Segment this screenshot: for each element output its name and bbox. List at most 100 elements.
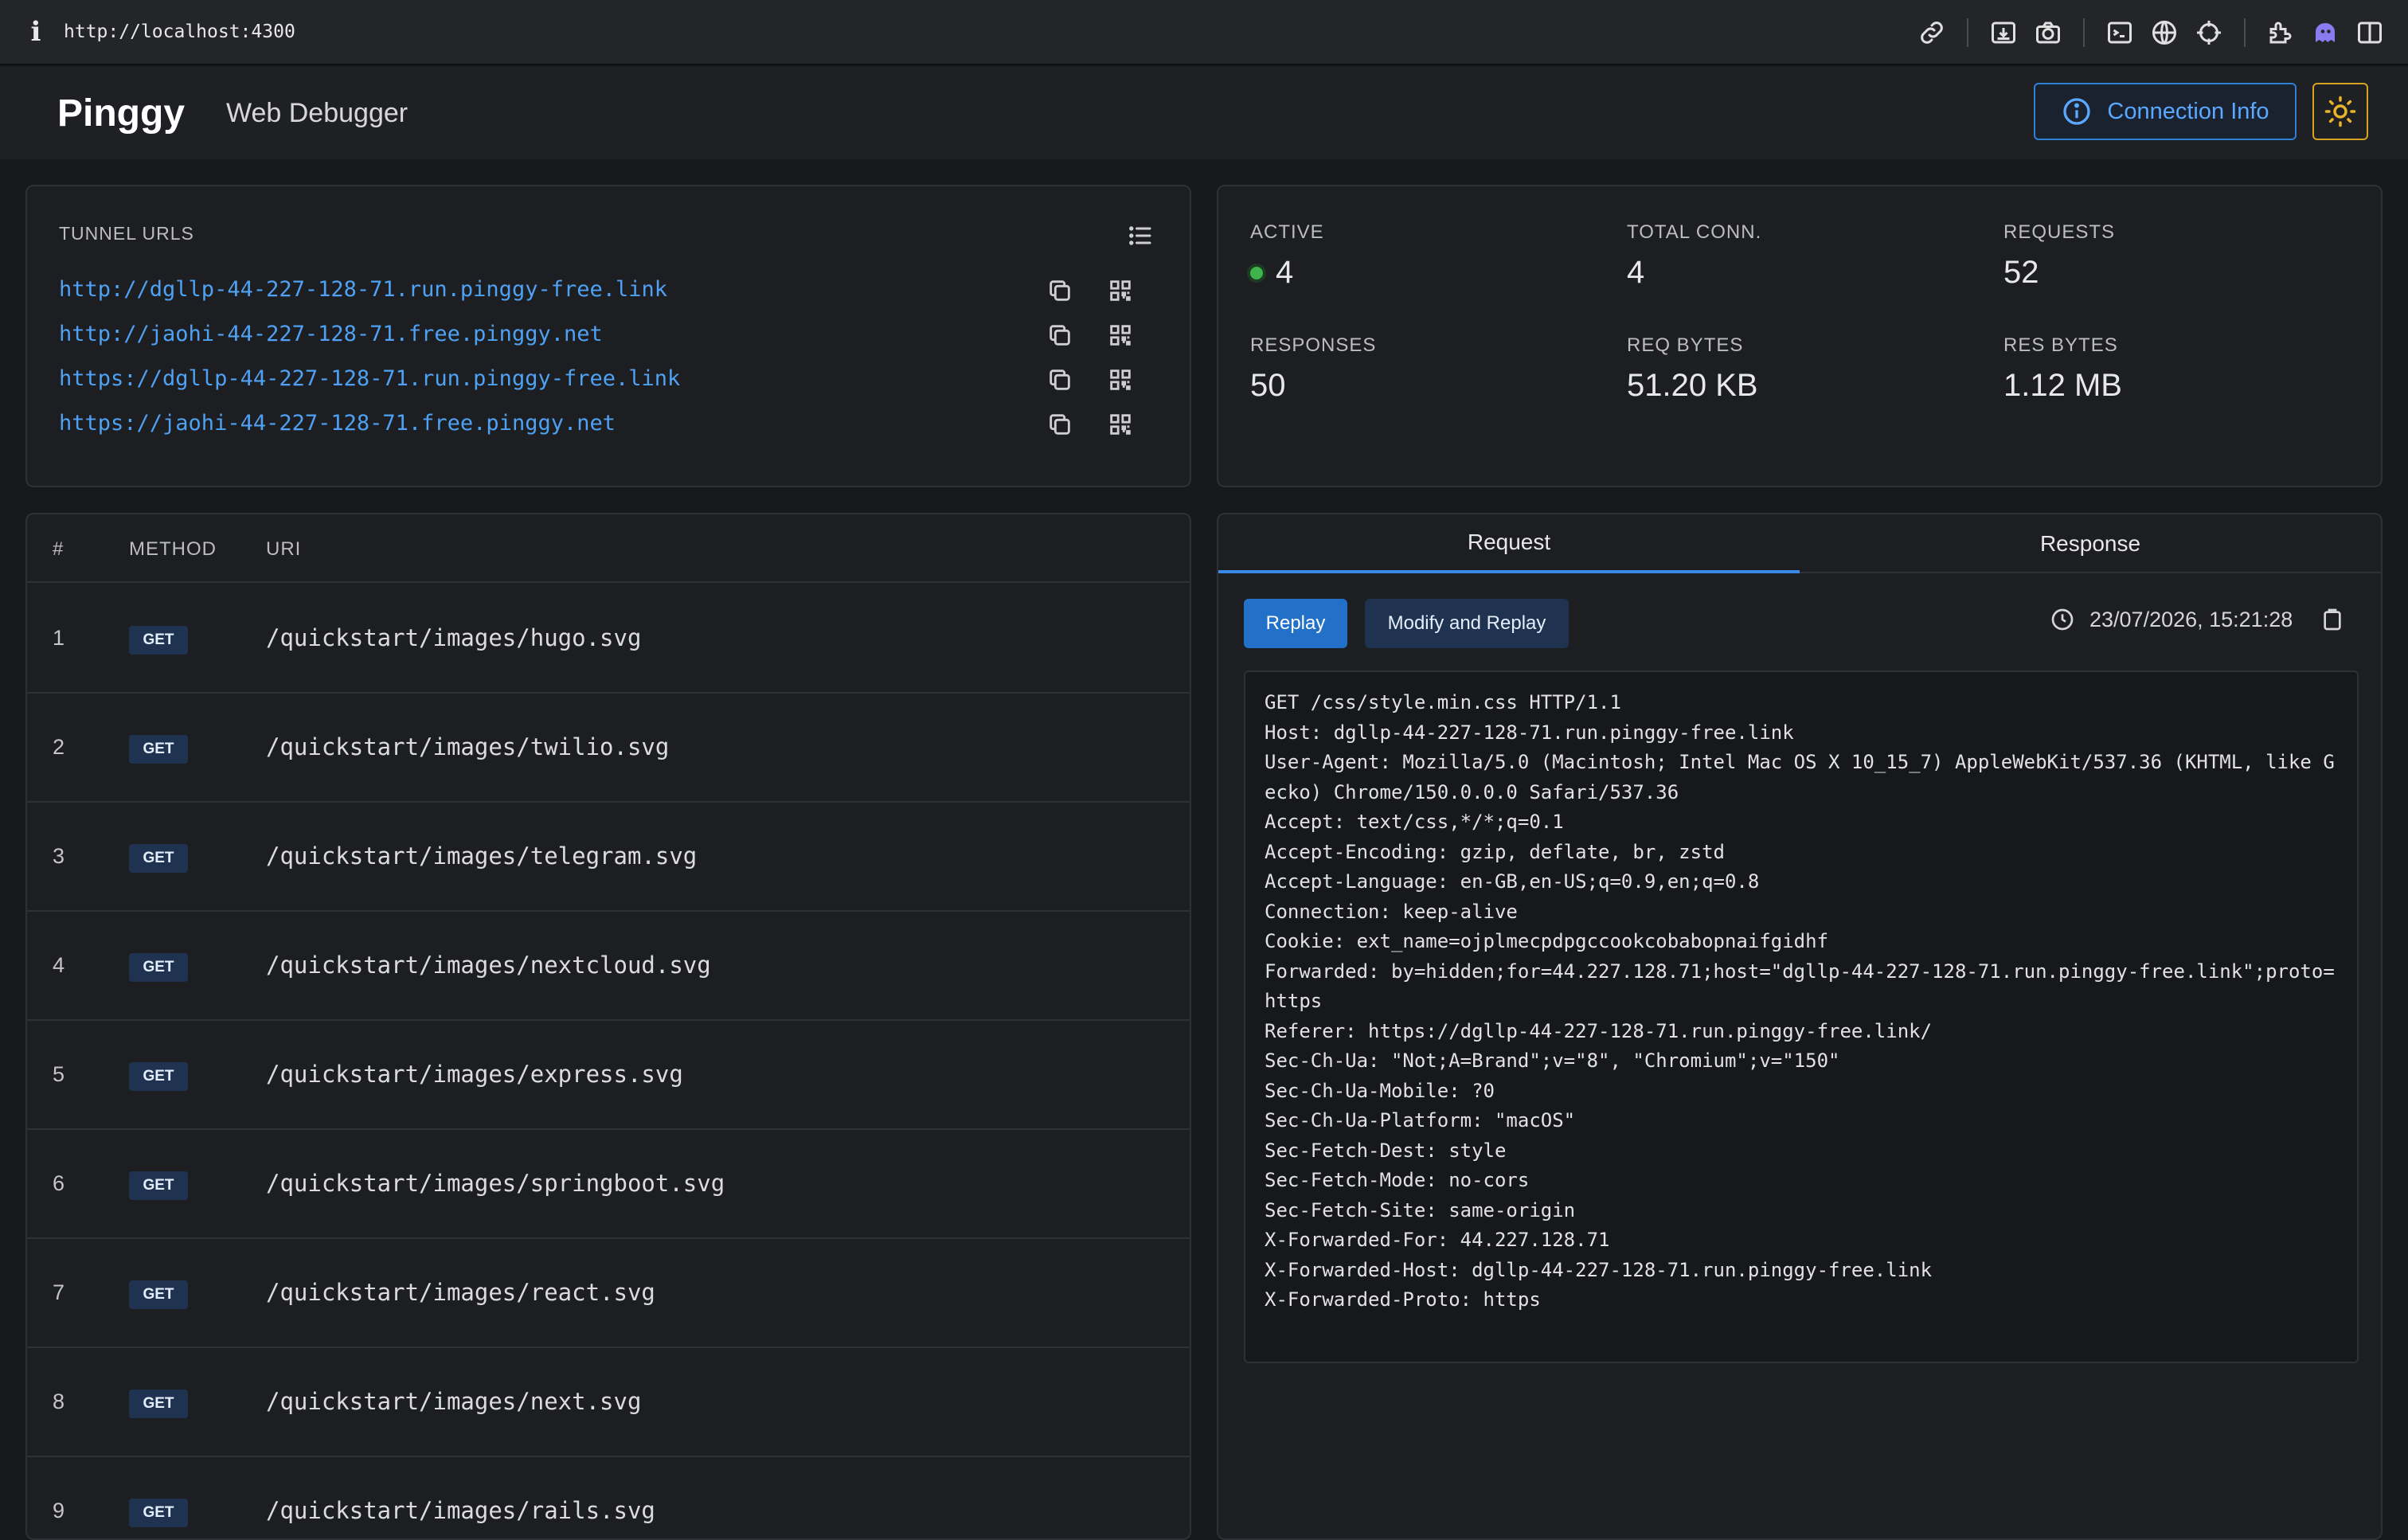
method-badge: GET — [129, 1499, 188, 1527]
table-row[interactable]: 2 GET /quickstart/images/twilio.svg — [27, 694, 1190, 803]
row-number: 7 — [53, 1280, 65, 1304]
tunnel-url-link[interactable]: http://jaohi-44-227-128-71.free.pinggy.n… — [59, 322, 603, 346]
row-uri: /quickstart/images/rails.svg — [266, 1497, 655, 1524]
toolbar-divider — [2244, 18, 2246, 47]
copy-icon[interactable] — [1046, 277, 1073, 304]
connection-info-label: Connection Info — [2107, 98, 2269, 124]
stat-value: 50 — [1250, 368, 1286, 403]
raw-request-line: X-Forwarded-Host: dgllp-44-227-128-71.ru… — [1265, 1258, 1933, 1281]
modify-and-replay-button[interactable]: Modify and Replay — [1365, 599, 1569, 648]
stat-res-bytes: RES BYTES 1.12 MB — [2003, 334, 2122, 404]
raw-request-line: ecko) Chrome/150.0.0.0 Safari/537.36 — [1265, 780, 1679, 803]
raw-request-line: X-Forwarded-For: 44.227.128.71 — [1265, 1229, 1610, 1251]
copy-icon[interactable] — [1046, 322, 1073, 349]
table-row[interactable]: 9 GET /quickstart/images/rails.svg — [27, 1457, 1190, 1538]
link-icon[interactable] — [1910, 10, 1954, 55]
raw-request-box[interactable]: GET /css/style.min.css HTTP/1.1 Host: dg… — [1244, 670, 2359, 1363]
row-number: 9 — [53, 1499, 65, 1522]
raw-request-line: Accept-Language: en-GB,en-US;q=0.9,en;q=… — [1265, 870, 1760, 893]
app-header: Pinggy Web Debugger Connection Info — [0, 67, 2408, 159]
tunnel-url-link[interactable]: https://dgllp-44-227-128-71.run.pinggy-f… — [59, 366, 680, 391]
ghost-icon[interactable] — [2303, 10, 2347, 55]
table-row[interactable]: 5 GET /quickstart/images/express.svg — [27, 1021, 1190, 1130]
row-uri: /quickstart/images/react.svg — [266, 1279, 655, 1306]
row-uri: /quickstart/images/express.svg — [266, 1061, 683, 1088]
detail-tabs: Request Response — [1218, 514, 2381, 573]
table-row[interactable]: 6 GET /quickstart/images/springboot.svg — [27, 1130, 1190, 1239]
raw-request-line: Host: dgllp-44-227-128-71.run.pinggy-fre… — [1265, 721, 1794, 744]
raw-request-line: Accept-Encoding: gzip, deflate, br, zstd — [1265, 840, 1725, 863]
method-badge: GET — [129, 735, 188, 764]
tab-response[interactable]: Response — [1800, 514, 2381, 573]
replay-button[interactable]: Replay — [1244, 599, 1347, 648]
raw-request-line: Sec-Ch-Ua-Mobile: ?0 — [1265, 1079, 1495, 1102]
row-number: 2 — [53, 735, 65, 759]
tunnel-url-actions — [1046, 322, 1134, 349]
raw-request-line: Sec-Ch-Ua: "Not;A=Brand";v="8", "Chromiu… — [1265, 1049, 1840, 1072]
method-badge: GET — [129, 1390, 188, 1418]
stat-req-bytes: REQ BYTES 51.20 KB — [1627, 334, 1758, 404]
row-number: 3 — [53, 844, 65, 868]
qr-code-icon[interactable] — [1107, 277, 1134, 304]
column-header-uri: URI — [266, 538, 302, 560]
table-row[interactable]: 1 GET /quickstart/images/hugo.svg — [27, 584, 1190, 694]
tunnel-url-actions — [1046, 366, 1134, 393]
stat-value: 52 — [2003, 255, 2039, 290]
request-detail-panel: Request Response Replay Modify and Repla… — [1217, 513, 2383, 1540]
stat-label: TOTAL CONN. — [1627, 221, 1762, 243]
table-header: # METHOD URI — [27, 514, 1190, 583]
crosshair-icon[interactable] — [2187, 10, 2231, 55]
sidebar-icon[interactable] — [2347, 10, 2392, 55]
camera-icon[interactable] — [2026, 10, 2070, 55]
clipboard-icon[interactable] — [2320, 607, 2345, 632]
stats-panel: ACTIVE 4 TOTAL CONN. 4 REQUESTS 52 RESPO… — [1217, 185, 2383, 487]
extension-icon[interactable] — [2258, 10, 2303, 55]
tunnel-url-link[interactable]: http://dgllp-44-227-128-71.run.pinggy-fr… — [59, 277, 667, 302]
download-icon[interactable] — [1981, 10, 2026, 55]
raw-request-line: Sec-Ch-Ua-Platform: "macOS" — [1265, 1109, 1576, 1132]
list-icon[interactable] — [1126, 221, 1155, 250]
raw-request-line: User-Agent: Mozilla/5.0 (Macintosh; Inte… — [1265, 751, 2335, 773]
method-badge: GET — [129, 1171, 188, 1200]
raw-request-line: Referer: https://dgllp-44-227-128-71.run… — [1265, 1019, 1933, 1042]
row-uri: /quickstart/images/springboot.svg — [266, 1170, 725, 1197]
table-row[interactable]: 4 GET /quickstart/images/nextcloud.svg — [27, 912, 1190, 1021]
raw-request-line: X-Forwarded-Proto: https — [1265, 1288, 1541, 1311]
method-badge: GET — [129, 844, 188, 873]
row-number: 4 — [53, 953, 65, 977]
table-row[interactable]: 8 GET /quickstart/images/next.svg — [27, 1348, 1190, 1457]
method-badge: GET — [129, 1280, 188, 1309]
table-row[interactable]: 3 GET /quickstart/images/telegram.svg — [27, 803, 1190, 912]
tab-request[interactable]: Request — [1218, 514, 1800, 573]
stat-active: ACTIVE 4 — [1250, 221, 1324, 291]
copy-icon[interactable] — [1046, 366, 1073, 393]
address-bar[interactable]: http://localhost:4300 — [64, 21, 295, 42]
site-info-icon[interactable]: i — [24, 16, 48, 48]
raw-request-line: Connection: keep-alive — [1265, 900, 1518, 923]
stat-label: REQ BYTES — [1627, 334, 1744, 356]
row-number: 6 — [53, 1171, 65, 1195]
raw-request-line: Accept: text/css,*/*;q=0.1 — [1265, 811, 1564, 833]
theme-toggle-button[interactable] — [2312, 83, 2368, 140]
stat-label: RES BYTES — [2003, 334, 2118, 356]
stat-value: 4 — [1276, 255, 1294, 290]
connection-info-button[interactable]: Connection Info — [2034, 83, 2297, 140]
method-badge: GET — [129, 1062, 188, 1091]
row-uri: /quickstart/images/next.svg — [266, 1388, 642, 1415]
terminal-icon[interactable] — [2097, 10, 2142, 55]
tunnel-url-link[interactable]: https://jaohi-44-227-128-71.free.pinggy.… — [59, 411, 616, 436]
browser-toolbar: i http://localhost:4300 — [0, 0, 2408, 65]
brand-logo[interactable]: Pinggy — [57, 92, 185, 135]
method-badge: GET — [129, 626, 188, 655]
qr-code-icon[interactable] — [1107, 411, 1134, 438]
qr-code-icon[interactable] — [1107, 322, 1134, 349]
qr-code-icon[interactable] — [1107, 366, 1134, 393]
stat-label: REQUESTS — [2003, 221, 2116, 243]
copy-icon[interactable] — [1046, 411, 1073, 438]
stat-label: ACTIVE — [1250, 221, 1324, 243]
column-header-number: # — [53, 538, 64, 560]
globe-icon[interactable] — [2142, 10, 2187, 55]
raw-request-line: Sec-Fetch-Dest: style — [1265, 1139, 1507, 1162]
row-number: 8 — [53, 1390, 65, 1413]
table-row[interactable]: 7 GET /quickstart/images/react.svg — [27, 1239, 1190, 1348]
